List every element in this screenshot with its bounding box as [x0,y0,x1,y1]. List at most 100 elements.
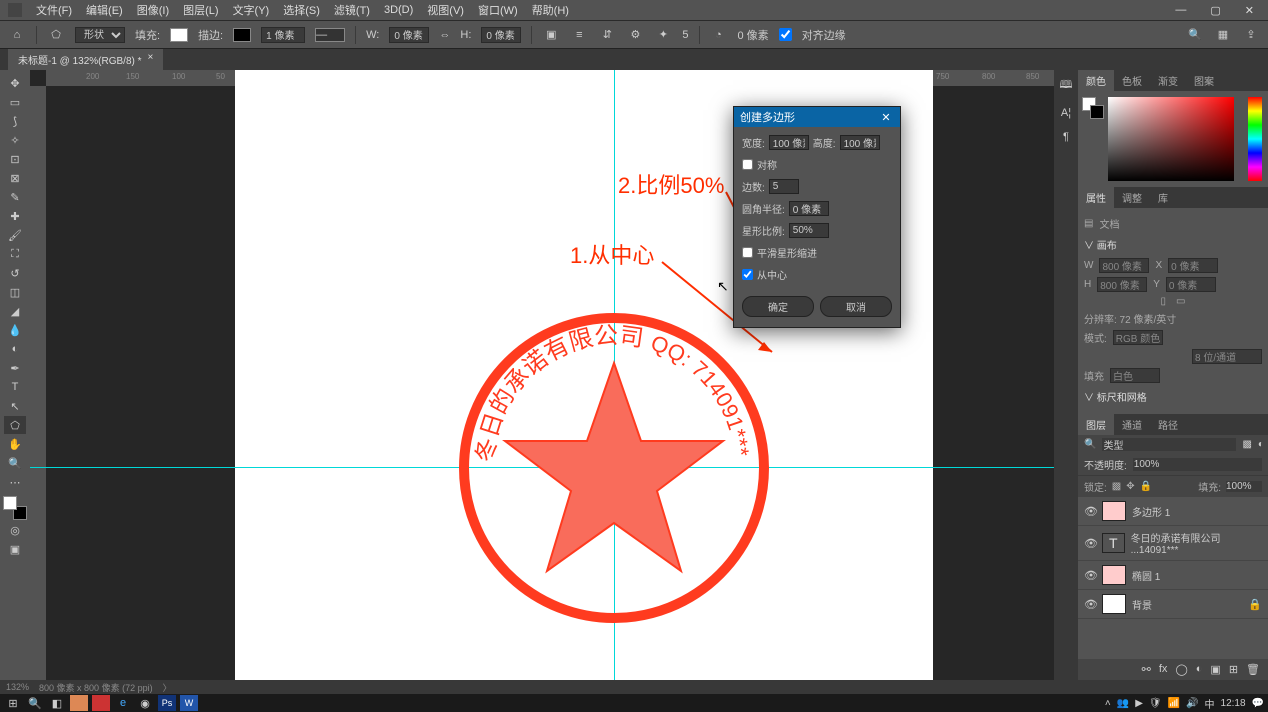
menu-edit[interactable]: 编辑(E) [80,0,129,20]
adjustment-layer-icon[interactable]: ◐ [1196,663,1203,676]
color-field[interactable] [1108,97,1234,181]
lasso-tool-icon[interactable]: ⟆ [4,112,26,130]
dlg-ratio-field[interactable] [789,223,829,238]
crop-tool-icon[interactable]: ⊡ [4,150,26,168]
gradient-tool-icon[interactable]: ◢ [4,302,26,320]
new-layer-icon[interactable]: ⊞ [1229,663,1238,676]
tray-chevron-icon[interactable]: ˄ [1105,698,1111,709]
menu-window[interactable]: 窗口(W) [472,0,524,20]
dialog-titlebar[interactable]: 创建多边形 ✕ [734,107,900,127]
workspace-icon[interactable]: ▦ [1214,26,1232,44]
link-wh-icon[interactable]: ⇔ [439,29,450,41]
layer-thumb[interactable] [1102,594,1126,614]
mode-select[interactable] [1113,330,1163,345]
tray-volume-icon[interactable]: 🔊 [1186,698,1198,709]
tray-video-icon[interactable]: ▶ [1135,698,1143,709]
tab-gradients[interactable]: 渐变 [1150,70,1186,91]
layer-thumb[interactable] [1102,565,1126,585]
stroke-width-field[interactable] [261,27,305,43]
start-icon[interactable]: ⊞ [4,695,22,711]
taskbar-app-icon[interactable] [92,695,110,711]
history-brush-icon[interactable]: ↺ [4,264,26,282]
tab-close-icon[interactable]: × [148,52,154,67]
frame-tool-icon[interactable]: ⊠ [4,169,26,187]
layer-fx-icon[interactable]: fx [1159,663,1168,676]
layer-filter-field[interactable] [1102,438,1236,451]
ruler-grid-section[interactable]: ∨ 标尺和网格 [1084,385,1262,408]
brush-tool-icon[interactable]: 🖌 [4,226,26,244]
layer-row[interactable]: 👁 T 冬日的承诺有限公司 ...14091*** [1078,526,1268,561]
quickmask-icon[interactable]: ◎ [4,521,26,539]
blur-tool-icon[interactable]: 💧 [4,321,26,339]
tray-people-icon[interactable]: 👥 [1117,698,1129,709]
landscape-icon[interactable]: ▭ [1176,296,1185,307]
move-tool-icon[interactable]: ✥ [4,74,26,92]
paragraph-panel-icon[interactable]: ¶ [1063,131,1069,143]
maximize-icon[interactable]: ▢ [1204,2,1226,19]
canvas-y[interactable] [1166,277,1216,292]
align-edges-checkbox[interactable] [779,28,792,41]
sides-icon[interactable]: ✦ [654,26,672,44]
ie-icon[interactable]: e [114,695,132,711]
visibility-icon[interactable]: 👁 [1084,505,1096,518]
layer-mask-icon[interactable]: ◯ [1175,663,1187,676]
visibility-icon[interactable]: 👁 [1084,598,1096,611]
zoom-tool-icon[interactable]: 🔍 [4,454,26,472]
tab-libraries[interactable]: 库 [1150,187,1176,208]
zoom-level[interactable]: 132% [6,682,29,692]
menu-select[interactable]: 选择(S) [277,0,326,20]
dlg-fromcenter-checkbox[interactable] [742,269,753,280]
path-combine-icon[interactable]: ▣ [542,26,560,44]
canvas-h[interactable] [1097,277,1147,292]
path-align-icon[interactable]: ≡ [570,26,588,44]
dlg-smooth-checkbox[interactable] [742,247,753,258]
tab-swatches[interactable]: 色板 [1114,70,1150,91]
portrait-icon[interactable]: ▯ [1161,296,1167,307]
type-tool-icon[interactable]: T [4,378,26,396]
tray-ime-icon[interactable]: 中 [1205,696,1215,711]
menu-type[interactable]: 文字(Y) [227,0,276,20]
tab-color[interactable]: 颜色 [1078,70,1114,91]
layer-row[interactable]: 👁 背景 🔒 [1078,590,1268,619]
delete-layer-icon[interactable]: 🗑 [1246,663,1260,676]
close-icon[interactable]: ✕ [1239,2,1260,19]
link-layers-icon[interactable]: ⚯ [1142,663,1151,676]
fill-swatch[interactable] [170,28,188,42]
filter-adjust-icon[interactable]: ◐ [1258,439,1264,450]
eyedropper-tool-icon[interactable]: ✎ [4,188,26,206]
lock-pixels-icon[interactable]: ▩ [1112,481,1121,492]
menu-image[interactable]: 图像(I) [131,0,175,20]
screenmode-icon[interactable]: ▣ [4,540,26,558]
marquee-tool-icon[interactable]: ▭ [4,93,26,111]
home-icon[interactable]: ⌂ [8,26,26,44]
lock-position-icon[interactable]: ✥ [1126,481,1134,492]
tab-layers[interactable]: 图层 [1078,414,1114,435]
filter-search-icon[interactable]: 🔍 [1084,439,1096,450]
document-tab[interactable]: 未标题-1 @ 132%(RGB/8) * × [8,49,163,70]
notifications-icon[interactable]: 💬 [1252,698,1264,709]
dlg-width-field[interactable] [769,135,809,150]
hue-slider[interactable] [1248,97,1262,181]
menu-help[interactable]: 帮助(H) [526,0,575,20]
menu-file[interactable]: 文件(F) [30,0,78,20]
layer-fill-field[interactable] [1226,481,1262,492]
taskview-icon[interactable]: ◧ [48,695,66,711]
eraser-tool-icon[interactable]: ◫ [4,283,26,301]
gear-icon[interactable]: ⚙ [626,26,644,44]
path-select-icon[interactable]: ↖ [4,397,26,415]
layer-group-icon[interactable]: ▣ [1210,663,1220,676]
stamp-tool-icon[interactable]: ⛶ [4,245,26,263]
stroke-swatch[interactable] [233,28,251,42]
color-swatches[interactable] [3,496,27,520]
tray-shield-icon[interactable]: 🛡 [1149,698,1162,709]
word-taskbar-icon[interactable]: W [180,695,198,711]
tab-paths[interactable]: 路径 [1150,414,1186,435]
menu-3d[interactable]: 3D(D) [378,2,419,18]
bits-select[interactable] [1192,349,1262,364]
search-taskbar-icon[interactable]: 🔍 [26,695,44,711]
share-icon[interactable]: ⇪ [1242,26,1260,44]
color-picker[interactable] [1078,91,1268,187]
dlg-height-field[interactable] [840,135,880,150]
fill-select[interactable] [1110,368,1160,383]
width-field[interactable] [389,27,429,43]
